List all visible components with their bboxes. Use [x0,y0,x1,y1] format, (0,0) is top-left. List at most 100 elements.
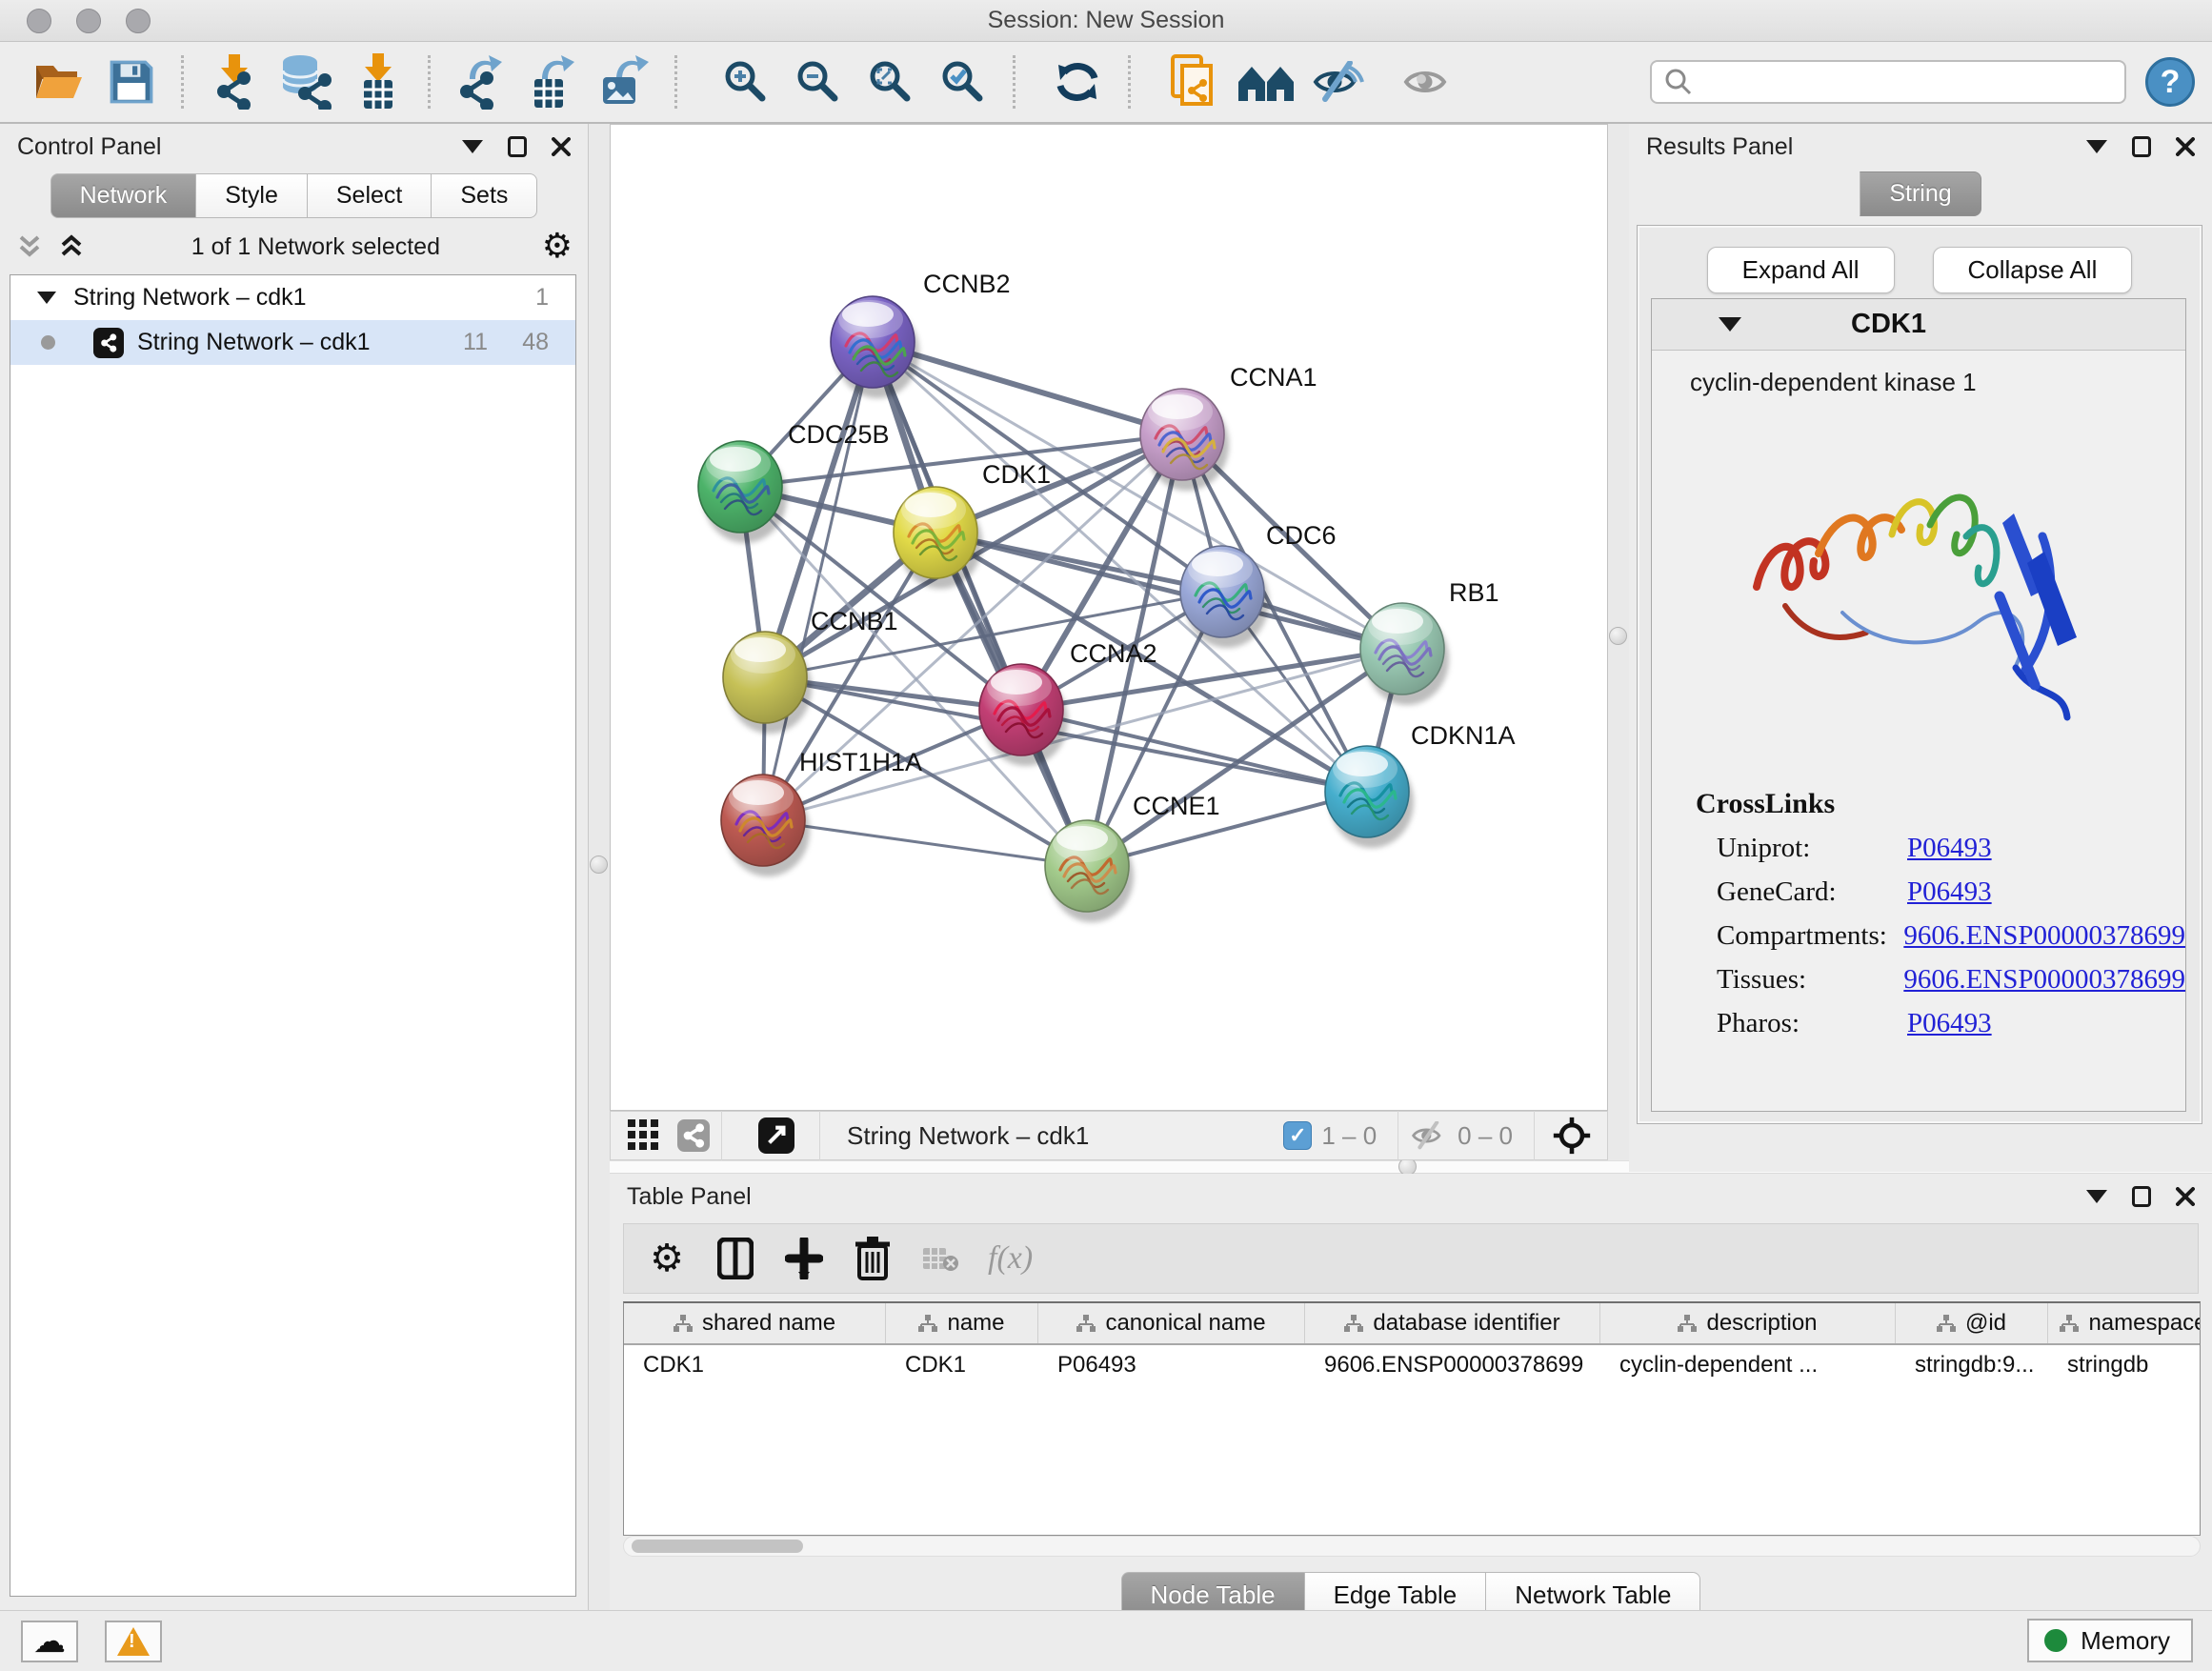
show-visibility-button[interactable] [1396,51,1457,112]
network-node-CDK1[interactable] [894,487,982,589]
network-node-CCNA2[interactable] [979,664,1068,766]
table-cell[interactable]: 9606.ENSP00000378699 [1305,1345,1600,1385]
import-network-file-button[interactable] [203,51,264,112]
birdseye-crosshair-icon[interactable] [1552,1116,1592,1156]
selected-checkbox-icon[interactable]: ✓ [1283,1121,1312,1150]
export-image-button[interactable] [594,51,655,112]
tree-expand-icon[interactable] [37,292,56,304]
column-header-description[interactable]: description [1600,1303,1896,1343]
network-row[interactable]: String Network – cdk1 11 48 [10,320,575,365]
crosslink-value-link[interactable]: P06493 [1907,1008,1992,1039]
column-header-name[interactable]: name [886,1303,1038,1343]
table-cell[interactable]: CDK1 [624,1345,886,1385]
table-cell[interactable]: stringdb [2048,1345,2201,1385]
crosslinks-title: CrossLinks [1696,788,2185,820]
add-column-button[interactable] [776,1231,832,1286]
zoom-in-button[interactable] [715,51,776,112]
hide-visibility-button[interactable] [1308,51,1369,112]
network-node-CDC25B[interactable] [698,441,787,543]
crosslink-value-link[interactable]: P06493 [1907,876,1992,908]
crosslink-label: GeneCard: [1717,876,1907,908]
column-header-canonical-name[interactable]: canonical name [1038,1303,1305,1343]
network-canvas[interactable]: CCNB2CCNA1CDC25BCDK1CDC6RB1CCNB1CCNA2CDK… [610,124,1608,1111]
gene-section-header[interactable]: CDK1 [1652,299,2185,351]
panel-close-icon[interactable] [552,137,571,156]
panel-close-icon[interactable] [2176,137,2195,156]
table-options-button[interactable]: ⚙ [639,1231,694,1286]
hidden-eye-icon[interactable] [1410,1121,1448,1150]
open-in-window-icon[interactable] [758,1117,794,1154]
panel-close-icon[interactable] [2176,1187,2195,1206]
help-button[interactable]: ? [2145,57,2195,107]
network-options-gear-icon[interactable]: ⚙ [542,230,573,264]
string-results-container: Expand All Collapse All CDK1 cyclin-depe… [1637,225,2202,1124]
table-row[interactable]: CDK1CDK1P064939606.ENSP00000378699cyclin… [624,1345,2200,1385]
panel-collapse-icon[interactable] [2086,1190,2107,1203]
collapse-all-icon[interactable] [15,234,44,259]
tab-style[interactable]: Style [196,173,308,218]
tab-string[interactable]: String [1860,171,1981,216]
table-cell[interactable]: cyclin-dependent ... [1600,1345,1896,1385]
table-cell[interactable]: CDK1 [886,1345,1038,1385]
network-node-CDKN1A[interactable] [1325,746,1414,848]
delete-column-button[interactable] [845,1231,900,1286]
column-header-@id[interactable]: @id [1896,1303,2048,1343]
expand-all-button[interactable]: Expand All [1707,247,1895,293]
import-table-file-button[interactable] [348,51,409,112]
table-cell[interactable]: stringdb:9... [1896,1345,2048,1385]
search-input[interactable] [1650,60,2126,104]
scrollbar-thumb[interactable] [632,1540,803,1553]
tab-network[interactable]: Network [50,173,197,218]
network-node-CCNA1[interactable] [1140,389,1229,491]
zoom-fit-button[interactable] [860,51,921,112]
node-label-CDC25B: CDC25B [788,420,890,449]
expand-all-icon[interactable] [57,234,90,259]
duplicate-network-button[interactable] [1163,51,1224,112]
grid-view-icon[interactable] [628,1119,660,1152]
column-header-database-identifier[interactable]: database identifier [1305,1303,1600,1343]
panel-collapse-icon[interactable] [2086,140,2107,153]
tab-select[interactable]: Select [308,173,432,218]
panel-float-icon[interactable] [508,136,527,157]
network-edge-CDKN1A-CCNE1[interactable] [1087,792,1367,866]
network-edge-CCNE1-HIST1H1A[interactable] [763,820,1087,866]
right-splitter-handle[interactable] [1609,627,1627,645]
column-mapping-icon [1678,1315,1697,1332]
export-network-button[interactable] [450,51,511,112]
crosslink-value-link[interactable]: P06493 [1907,833,1992,864]
network-collection-row[interactable]: String Network – cdk1 1 [10,275,575,320]
import-network-database-button[interactable] [275,51,336,112]
zoom-selected-button[interactable] [933,51,994,112]
crosslink-value-link[interactable]: 9606.ENSP00000378699 [1903,964,2185,996]
left-splitter-handle[interactable] [590,856,608,874]
panel-collapse-icon[interactable] [462,140,483,153]
warnings-button[interactable] [105,1621,162,1662]
table-horizontal-scrollbar[interactable] [623,1536,2201,1557]
cloud-status-button[interactable]: ☁ [21,1621,78,1662]
memory-button[interactable]: Memory [2027,1619,2193,1662]
string-home-button[interactable] [1236,51,1297,112]
zoom-out-button[interactable] [788,51,849,112]
export-table-button[interactable] [522,51,583,112]
crosslink-value-link[interactable]: 9606.ENSP00000378699 [1903,920,2185,952]
open-session-button[interactable] [29,51,90,112]
tab-sets[interactable]: Sets [432,173,537,218]
save-session-button[interactable] [101,51,162,112]
panel-float-icon[interactable] [2132,1186,2151,1207]
panel-float-icon[interactable] [2132,136,2151,157]
column-header-namespace[interactable]: namespace [2048,1303,2201,1343]
collapse-all-button[interactable]: Collapse All [1933,247,2133,293]
cloud-icon: ☁ [33,1625,66,1658]
column-mapping-icon [918,1315,937,1332]
warning-icon [117,1627,150,1656]
table-cell[interactable]: P06493 [1038,1345,1305,1385]
network-node-RB1[interactable] [1360,603,1449,705]
section-collapse-icon[interactable] [1719,317,1741,332]
refresh-view-button[interactable] [1048,51,1109,112]
show-columns-button[interactable] [708,1231,763,1286]
column-header-shared-name[interactable]: shared name [624,1303,886,1343]
left-splitter[interactable] [589,124,610,1610]
network-node-CCNB2[interactable] [831,296,919,398]
network-node-CCNE1[interactable] [1045,820,1134,922]
network-overview-icon[interactable] [677,1119,710,1152]
